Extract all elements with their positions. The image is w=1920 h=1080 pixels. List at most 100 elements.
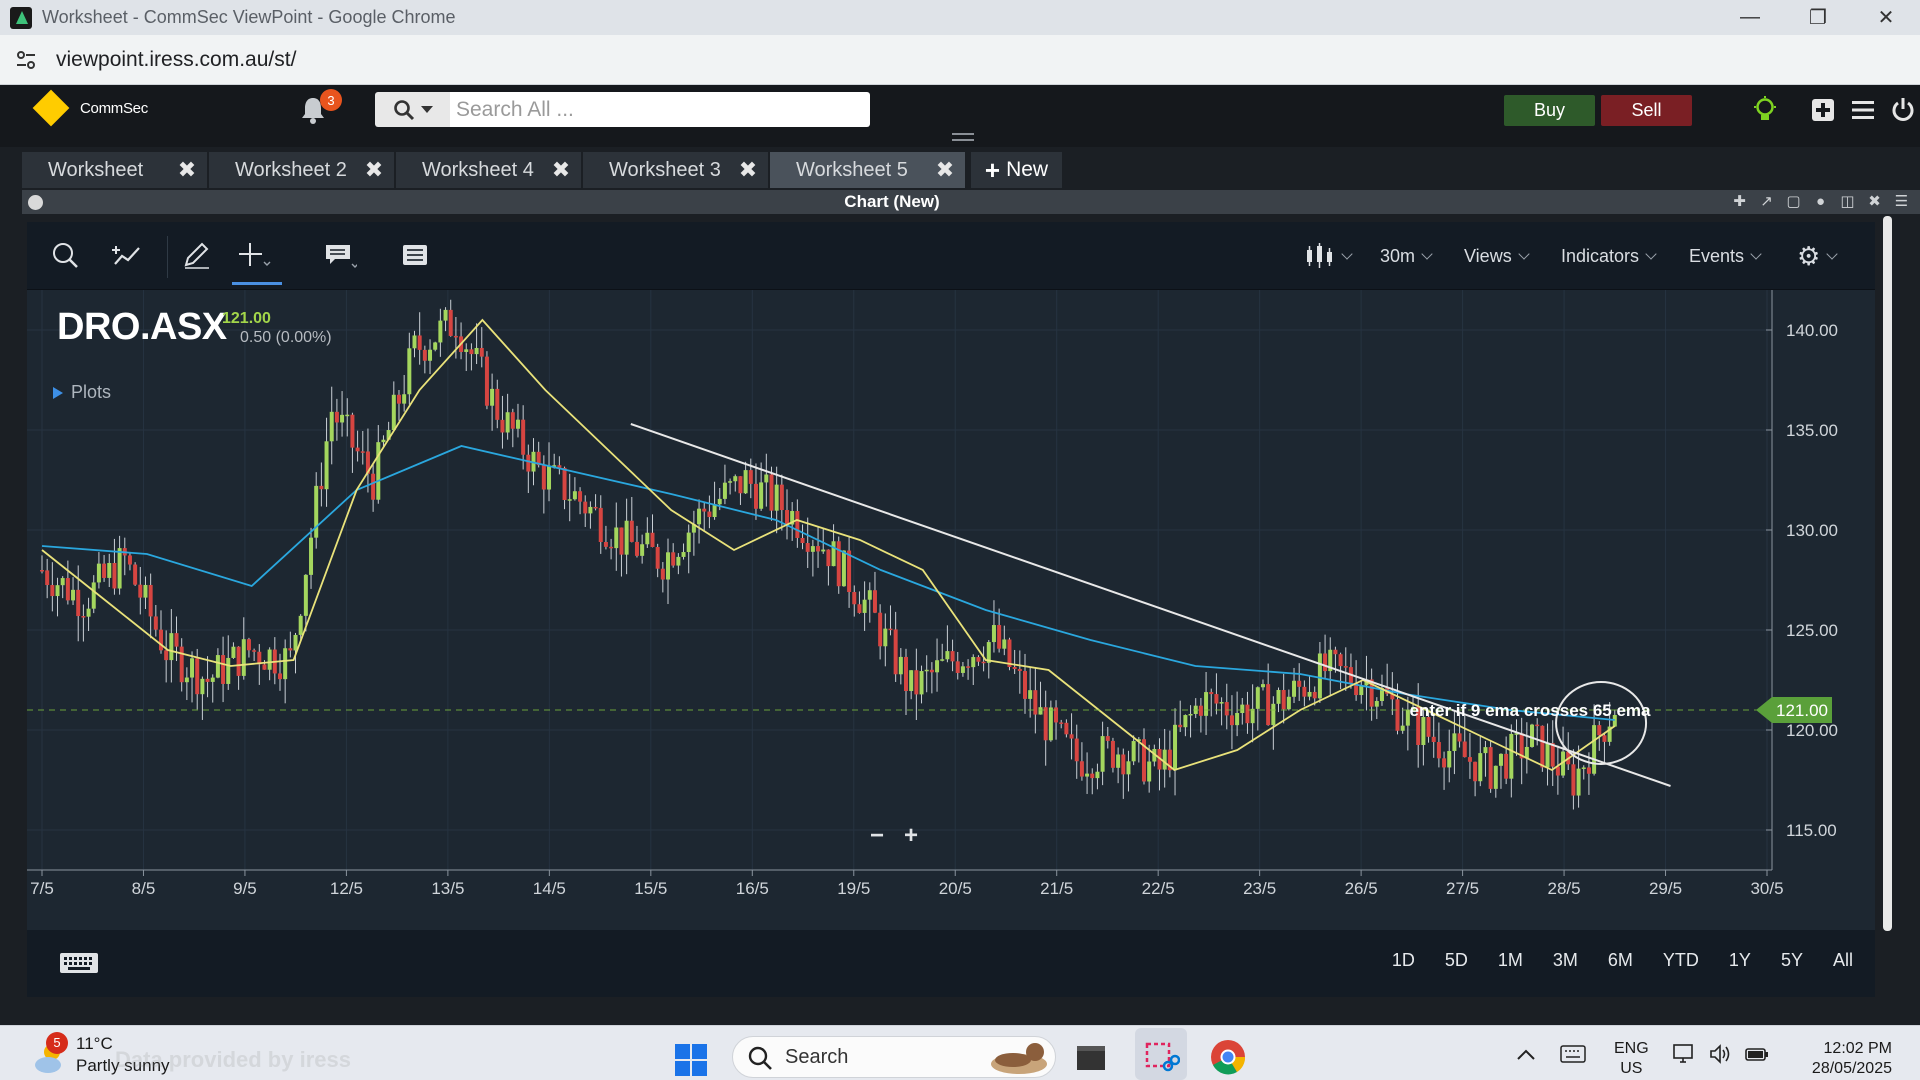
language-code: ENG: [1614, 1040, 1649, 1057]
candle-body: [1493, 765, 1498, 789]
tab-label: Worksheet: [48, 158, 144, 181]
url-text[interactable]: viewpoint.iress.com.au/st/: [56, 48, 296, 72]
data-table-icon[interactable]: [399, 240, 433, 272]
range-3m[interactable]: 3M: [1553, 950, 1578, 971]
crosshair-icon[interactable]: [237, 240, 271, 272]
panel-minimize-icon[interactable]: ●: [1812, 193, 1829, 210]
candle-body: [1079, 761, 1084, 777]
views-menu[interactable]: Views: [1464, 222, 1530, 290]
range-5y[interactable]: 5Y: [1781, 950, 1803, 971]
file-explorer-icon[interactable]: [1072, 1038, 1110, 1076]
tab-worksheet-4[interactable]: Worksheet 4 ✖: [396, 152, 581, 188]
close-tab-icon[interactable]: ✖: [177, 159, 197, 181]
windows-start-icon[interactable]: [675, 1044, 707, 1076]
candle-body: [1017, 668, 1022, 672]
close-icon[interactable]: ✕: [1852, 0, 1920, 35]
candle-body: [603, 541, 608, 547]
chevron-down-icon: [1518, 248, 1530, 260]
touch-keyboard-icon[interactable]: [1560, 1026, 1586, 1080]
candle-body: [759, 482, 764, 509]
indicators-menu[interactable]: Indicators: [1561, 222, 1657, 290]
sell-button[interactable]: Sell: [1601, 95, 1692, 126]
text-annotation[interactable]: enter if 9 ema crosses 65 ema: [1410, 701, 1652, 720]
panel-menu-icon[interactable]: ☰: [1893, 193, 1910, 210]
close-tab-icon[interactable]: ✖: [551, 159, 571, 181]
system-tray-icons[interactable]: [1672, 1026, 1770, 1080]
buy-button[interactable]: Buy: [1504, 95, 1595, 126]
minimize-icon[interactable]: —: [1716, 0, 1784, 35]
interval-selector[interactable]: 30m: [1380, 222, 1433, 290]
new-tab-button[interactable]: + New: [971, 152, 1062, 188]
candle-body: [293, 634, 298, 651]
candle-body: [722, 482, 727, 499]
panel-add-icon[interactable]: ✚: [1731, 193, 1748, 210]
chart-type-selector[interactable]: [1305, 222, 1353, 290]
active-tool-underline: [232, 282, 282, 285]
candle-body: [743, 470, 748, 494]
language-indicator[interactable]: ENG US: [1614, 1039, 1649, 1079]
chrome-icon[interactable]: [1209, 1038, 1247, 1076]
tab-worksheet[interactable]: Worksheet ✖: [22, 152, 207, 188]
zoom-out-icon[interactable]: −: [870, 822, 884, 850]
candle-body: [857, 604, 862, 613]
notification-count-badge: 3: [320, 89, 342, 111]
vertical-scrollbar[interactable]: [1883, 216, 1892, 931]
snipping-tool-icon[interactable]: [1142, 1038, 1180, 1076]
panel-popout-icon[interactable]: ▢: [1785, 193, 1802, 210]
range-1y[interactable]: 1Y: [1729, 950, 1751, 971]
menu-icon[interactable]: [1848, 95, 1878, 125]
candle-body: [1307, 691, 1312, 697]
candle-body: [81, 616, 86, 618]
x-tick-label: 9/5: [233, 879, 257, 898]
events-menu[interactable]: Events: [1689, 222, 1762, 290]
close-tab-icon[interactable]: ✖: [364, 159, 384, 181]
magnifier-icon[interactable]: [49, 240, 83, 272]
restore-icon[interactable]: ❐: [1784, 0, 1852, 35]
add-panel-icon[interactable]: [1808, 95, 1838, 125]
candle-body: [567, 499, 572, 501]
search-highlight-otter-icon: [991, 1043, 1047, 1074]
tab-worksheet-3[interactable]: Worksheet 3 ✖: [583, 152, 768, 188]
commsec-logo[interactable]: CommSec: [32, 89, 148, 127]
candle-body: [505, 412, 510, 433]
pencil-icon[interactable]: [179, 240, 213, 272]
plots-toggle[interactable]: Plots: [53, 382, 111, 403]
keyboard-icon[interactable]: [59, 952, 99, 974]
clock-time: 12:02 PM: [1823, 1040, 1892, 1057]
candle-body: [971, 657, 976, 668]
candle-body: [1033, 690, 1038, 715]
price-chart[interactable]: 140.00 135.00 130.00 125.00 120.00 115.00 7/5 8…: [27, 290, 1875, 930]
range-6m[interactable]: 6M: [1608, 950, 1633, 971]
candle-body: [76, 589, 81, 617]
taskbar-search[interactable]: Search: [732, 1036, 1056, 1078]
close-tab-icon[interactable]: ✖: [738, 159, 758, 181]
close-tab-icon[interactable]: ✖: [935, 159, 955, 181]
range-1m[interactable]: 1M: [1498, 950, 1523, 971]
zoom-in-icon[interactable]: +: [904, 822, 918, 850]
site-settings-icon[interactable]: [14, 48, 38, 72]
tab-worksheet-5[interactable]: Worksheet 5 ✖: [770, 152, 965, 188]
candle-body: [45, 570, 50, 586]
power-icon[interactable]: [1888, 95, 1918, 125]
candle-body: [1535, 724, 1540, 727]
range-5d[interactable]: 5D: [1445, 950, 1468, 971]
system-clock[interactable]: 12:02 PM 28/05/2025: [1794, 1039, 1892, 1079]
range-ytd[interactable]: YTD: [1663, 950, 1699, 971]
layout-drag-handle[interactable]: [952, 133, 974, 141]
range-1d[interactable]: 1D: [1392, 950, 1415, 971]
comment-icon[interactable]: [323, 240, 357, 272]
panel-split-icon[interactable]: ◫: [1839, 193, 1856, 210]
tab-worksheet-2[interactable]: Worksheet 2 ✖: [209, 152, 394, 188]
candle-body: [50, 585, 55, 597]
panel-expand-icon[interactable]: ↗: [1758, 193, 1775, 210]
search-type-button[interactable]: [375, 92, 450, 127]
lightbulb-icon[interactable]: [1750, 95, 1780, 125]
add-indicator-icon[interactable]: [109, 240, 143, 272]
search-input[interactable]: [450, 92, 870, 127]
panel-close-icon[interactable]: ✖: [1866, 193, 1883, 210]
chart-settings-menu[interactable]: ⚙: [1797, 222, 1838, 290]
candle-body: [96, 563, 101, 583]
candle-body: [1374, 701, 1379, 707]
range-all[interactable]: All: [1833, 950, 1853, 971]
show-hidden-icons[interactable]: [1516, 1026, 1536, 1080]
